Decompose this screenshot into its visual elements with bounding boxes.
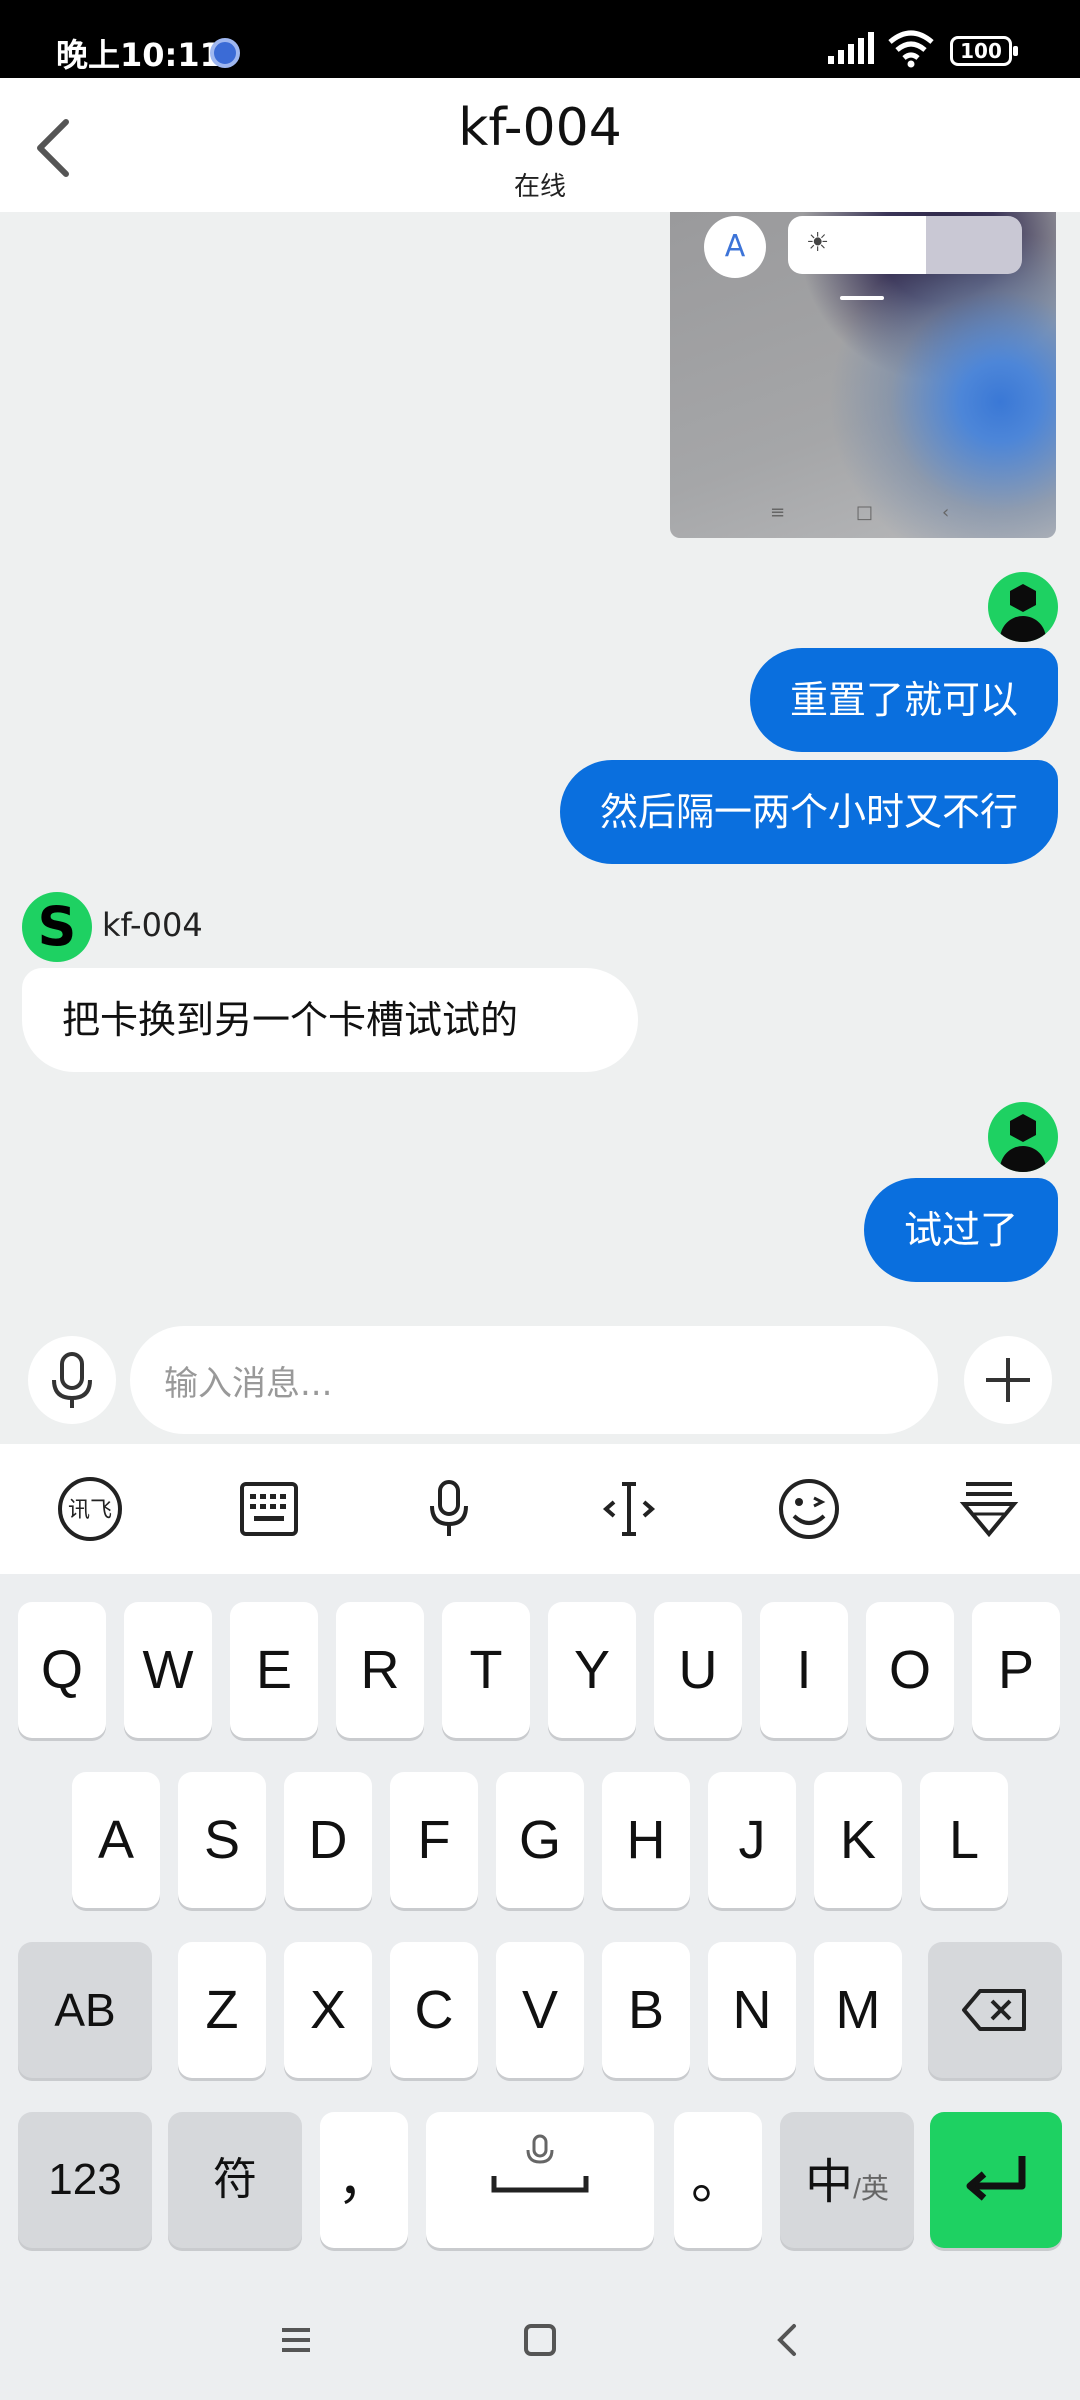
more-actions-button[interactable] [964,1336,1052,1424]
key-y[interactable]: Y [548,1602,636,1738]
numbers-key[interactable]: 123 [18,2112,152,2248]
auto-brightness-icon: A [704,216,766,278]
my-avatar[interactable] [988,1102,1058,1172]
home-icon[interactable] [510,2310,570,2370]
lang-main-label: 中 [805,2156,854,2209]
backspace-icon [962,1989,1026,2031]
message-bubble-me[interactable]: 然后隔一两个小时又不行 [559,760,1058,864]
signal-icon [828,32,874,64]
key-n[interactable]: N [708,1942,796,2078]
shift-key[interactable]: AB [18,1942,152,2078]
chat-header: kf-004 在线 [0,78,1080,212]
key-s[interactable]: S [178,1772,266,1908]
app-notification-icon [210,38,240,68]
back-icon: ‹ [942,502,950,523]
menu-icon[interactable] [266,2310,326,2370]
mic-icon [52,1352,92,1408]
key-o[interactable]: O [866,1602,954,1738]
enter-key[interactable] [930,2112,1062,2248]
my-avatar[interactable] [988,572,1058,642]
status-bar: 晚上10:11 100 [0,0,1080,78]
key-v[interactable]: V [496,1942,584,2078]
svg-text:讯飞: 讯飞 [68,1498,112,1523]
message-input[interactable]: 输入消息... [130,1326,1042,1434]
key-t[interactable]: T [442,1602,530,1738]
key-j[interactable]: J [708,1772,796,1908]
space-key[interactable] [426,2112,654,2248]
status-time: 晚上10:11 [56,36,222,74]
comma-key[interactable]: ， [320,2112,408,2248]
key-a[interactable]: A [72,1772,160,1908]
sender-name: kf-004 [102,906,203,944]
key-w[interactable]: W [124,1602,212,1738]
key-f[interactable]: F [390,1772,478,1908]
key-z[interactable]: Z [178,1942,266,2078]
ime-toolbar: 讯飞 [0,1444,1080,1574]
wifi-icon [888,30,934,68]
menu-icon: ≡ [770,502,786,523]
panel-handle [840,296,884,300]
key-l[interactable]: L [920,1772,1008,1908]
enter-icon [966,2156,1026,2201]
image-message-screenshot[interactable]: A ☀ ≡ □ ‹ [670,212,1056,538]
message-list[interactable]: A ☀ ≡ □ ‹ 重置了就可以 然后隔一两个小时又不行 S kf-004 把卡… [0,212,1080,1444]
online-status: 在线 [513,172,566,202]
soft-keyboard: Q W E R T Y U I O P A S D F G H J K L AB… [0,1574,1080,2274]
collapse-keyboard-icon[interactable] [954,1474,1024,1544]
symbols-key[interactable]: 符 [168,2112,302,2248]
message-bubble-them[interactable]: 把卡换到另一个卡槽试试的 [22,968,638,1072]
screenshot-nav-bar: ≡ □ ‹ [670,502,1056,523]
system-nav-bar [0,2274,1080,2400]
message-bubble-me[interactable]: 重置了就可以 [749,648,1058,752]
home-icon: □ [856,502,874,523]
keyboard-icon[interactable] [234,1474,304,1544]
key-x[interactable]: X [284,1942,372,2078]
input-bar: 输入消息... [0,1316,1080,1444]
key-m[interactable]: M [814,1942,902,2078]
key-r[interactable]: R [336,1602,424,1738]
key-c[interactable]: C [390,1942,478,2078]
voice-mic-icon[interactable] [414,1474,484,1544]
battery-indicator: 100 [950,36,1018,66]
period-key[interactable]: 。 [674,2112,762,2248]
key-u[interactable]: U [654,1602,742,1738]
message-bubble-me[interactable]: 试过了 [863,1178,1058,1282]
space-mic-icon [491,2134,589,2193]
key-p[interactable]: P [972,1602,1060,1738]
kf-avatar[interactable]: S [22,892,92,962]
emoji-icon[interactable] [774,1474,844,1544]
sun-icon: ☀ [806,228,830,258]
key-q[interactable]: Q [18,1602,106,1738]
brightness-slider: ☀ [788,216,1022,274]
voice-input-button[interactable] [28,1336,116,1424]
key-h[interactable]: H [602,1772,690,1908]
key-b[interactable]: B [602,1942,690,2078]
back-icon[interactable] [758,2310,818,2370]
backspace-key[interactable] [928,1942,1062,2078]
xunfei-logo-icon[interactable]: 讯飞 [55,1474,125,1544]
cursor-icon[interactable] [594,1474,664,1544]
key-i[interactable]: I [760,1602,848,1738]
key-d[interactable]: D [284,1772,372,1908]
language-switch-key[interactable]: 中/英 [780,2112,914,2248]
key-k[interactable]: K [814,1772,902,1908]
chat-title: kf-004 [458,98,622,158]
key-g[interactable]: G [496,1772,584,1908]
input-placeholder: 输入消息... [164,1364,333,1404]
lang-alt-label: /英 [853,2173,889,2204]
plus-icon [986,1358,1030,1402]
key-e[interactable]: E [230,1602,318,1738]
